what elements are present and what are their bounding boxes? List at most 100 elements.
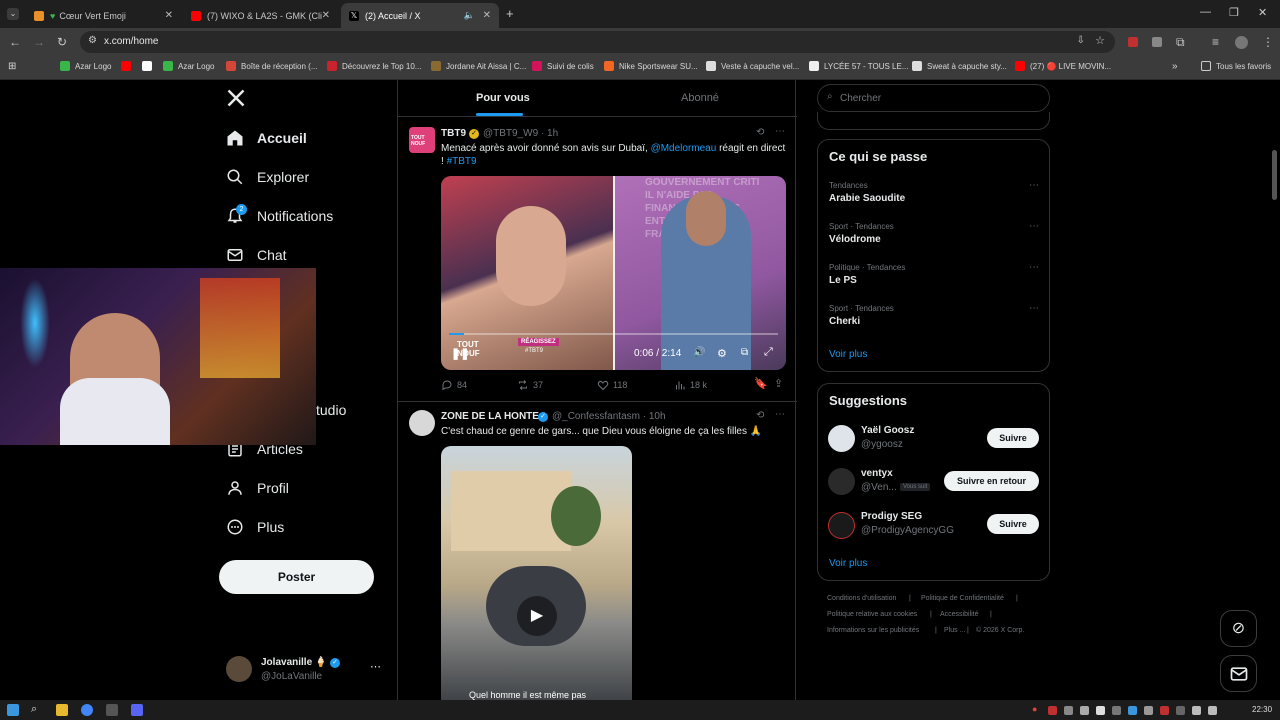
search-input[interactable]: ⌕ Chercher — [817, 84, 1050, 112]
settings-gear-icon[interactable]: ⚙ — [717, 347, 727, 360]
nav-studio-label[interactable]: tudio — [316, 402, 346, 418]
reload-icon[interactable]: ↻ — [57, 35, 67, 49]
bookmark-item[interactable]: (27) 🔴 LIVE MOVIN... — [1015, 61, 1111, 71]
volume-icon[interactable]: 🔊 — [693, 347, 705, 358]
avatar[interactable] — [828, 512, 855, 539]
avatar[interactable] — [828, 468, 855, 495]
apps-icon[interactable]: ⊞ — [8, 61, 16, 72]
fullscreen-icon[interactable]: ⤢ — [764, 346, 773, 359]
footer-link[interactable]: Politique de Confidentialité — [921, 595, 1004, 602]
new-tab-button[interactable]: + — [506, 6, 514, 21]
browser-tab-2[interactable]: (7) WIXO & LA2S - GMK (Clip o ✕ — [183, 3, 338, 28]
bookmark-item[interactable]: Suivi de colis — [532, 61, 594, 71]
tab-search-icon[interactable]: ⌄ — [7, 8, 19, 20]
bookmark-item[interactable]: LYCÉE 57 - TOUS LE... — [809, 61, 908, 71]
search-icon[interactable]: ⌕ — [31, 703, 37, 716]
follow-button[interactable]: Suivre — [987, 514, 1039, 534]
avatar[interactable] — [828, 425, 855, 452]
network-icon[interactable] — [1192, 706, 1201, 715]
file-explorer-icon[interactable] — [56, 704, 68, 716]
post-button[interactable]: Poster — [219, 560, 374, 594]
more-dots-icon[interactable]: ⋯ — [1029, 221, 1039, 232]
post[interactable]: TOUT NOUF TBT9 ✓ @TBT9_W9 · 1h ⟲ ⋯ Menac… — [398, 117, 797, 402]
more-dots-icon[interactable]: ⋯ — [1029, 262, 1039, 273]
tray-icon[interactable] — [1048, 706, 1057, 715]
bookmark-item[interactable]: Boîte de réception (... — [226, 61, 318, 71]
play-button-icon[interactable]: ▶ — [517, 596, 557, 636]
pip-icon[interactable]: ⧉ — [741, 347, 748, 358]
discord-icon[interactable] — [131, 704, 143, 716]
like-metric[interactable]: 118 — [597, 379, 627, 391]
suggestion-name[interactable]: Yaël Goosz — [861, 425, 914, 436]
all-bookmarks-folder[interactable]: Tous les favoris — [1201, 61, 1271, 71]
restore-icon[interactable]: ❐ — [1229, 6, 1239, 19]
tab-following[interactable]: Abonné — [681, 92, 719, 104]
url-text[interactable]: x.com/home — [104, 36, 158, 47]
bookmark-item[interactable]: Veste à capuche vel... — [706, 61, 799, 71]
more-dots-icon[interactable]: ⋯ — [775, 126, 785, 137]
follow-button[interactable]: Suivre — [987, 428, 1039, 448]
bluetooth-icon[interactable] — [1128, 706, 1137, 715]
speaker-icon[interactable]: 🔈 — [464, 10, 475, 21]
tray-icon[interactable] — [1112, 706, 1121, 715]
nav-home[interactable]: Accueil — [226, 129, 307, 147]
tray-icon[interactable] — [1096, 706, 1105, 715]
post[interactable]: ZONE DE LA HONTE ✓ @_Confessfantasm · 10… — [398, 402, 797, 700]
video-progress-track[interactable] — [449, 333, 778, 335]
chrome-icon[interactable] — [81, 704, 93, 716]
hashtag-link[interactable]: #TBT9 — [447, 156, 477, 167]
views-metric[interactable]: 18 k — [674, 379, 707, 391]
bookmark-item[interactable] — [121, 61, 136, 71]
footer-link[interactable]: Conditions d'utilisation — [827, 595, 896, 602]
nav-more[interactable]: Plus — [226, 518, 284, 536]
tray-icon[interactable] — [1080, 706, 1089, 715]
bookmark-item[interactable]: Azar Logo — [163, 61, 214, 71]
account-switcher[interactable]: Jolavanille 🍦 ✓ @JoLaVanille ⋯ — [226, 656, 386, 686]
grok-icon[interactable]: ⟲ — [756, 410, 764, 421]
clock[interactable]: 22:30 — [1252, 705, 1272, 714]
tray-icon[interactable] — [1176, 706, 1185, 715]
site-info-icon[interactable]: ⚙ — [88, 35, 97, 46]
profile-avatar-icon[interactable] — [1235, 36, 1248, 49]
browser-tab-1[interactable]: ♥ Cœur Vert Emoji ✕ — [26, 3, 181, 28]
suggestions-show-more[interactable]: Voir plus — [829, 558, 867, 569]
extensions-puzzle-icon[interactable]: ⧉ — [1176, 35, 1185, 50]
avatar[interactable]: TOUT NOUF — [409, 127, 435, 153]
repost-metric[interactable]: 37 — [517, 379, 543, 391]
back-icon[interactable]: ← — [9, 35, 21, 49]
post-author-name[interactable]: ZONE DE LA HONTE — [441, 411, 539, 422]
x-logo-icon[interactable] — [226, 88, 246, 113]
close-icon[interactable]: ✕ — [322, 10, 330, 21]
browser-tab-3[interactable]: 𝕏 (2) Accueil / X 🔈 ✕ — [341, 3, 499, 28]
page-scrollbar[interactable] — [1272, 150, 1277, 200]
tray-icon[interactable] — [1160, 706, 1169, 715]
extension-gray-icon[interactable] — [1152, 37, 1162, 47]
bookmark-item[interactable]: Découvrez le Top 10... — [327, 61, 421, 71]
suggestion-name[interactable]: Prodigy SEG — [861, 511, 922, 522]
nav-chat[interactable]: Chat — [226, 246, 287, 264]
tray-icon[interactable] — [1144, 706, 1153, 715]
footer-link[interactable]: Politique relative aux cookies — [827, 611, 917, 618]
more-dots-icon[interactable]: ⋯ — [1029, 303, 1039, 314]
video-thumbnail[interactable]: ▶ Quel homme il est même pas — [441, 446, 632, 700]
bookmark-icon[interactable]: 🔖 — [754, 377, 768, 390]
install-icon[interactable]: ⇩ — [1077, 35, 1085, 46]
reply-metric[interactable]: 84 — [441, 379, 467, 391]
bookmark-item[interactable]: Azar Logo — [60, 61, 111, 71]
minimize-icon[interactable]: — — [1200, 6, 1211, 18]
bookmark-item[interactable]: Nike Sportswear SU... — [604, 61, 698, 71]
follow-back-button[interactable]: Suivre en retour — [944, 471, 1039, 491]
address-bar[interactable]: ⚙ x.com/home ⇩ ☆ — [80, 31, 1115, 53]
nav-explore[interactable]: Explorer — [226, 168, 309, 186]
more-dots-icon[interactable]: ⋯ — [370, 660, 381, 673]
microphone-icon[interactable]: ● — [1032, 704, 1037, 714]
app-icon[interactable] — [106, 704, 118, 716]
trends-show-more[interactable]: Voir plus — [829, 349, 867, 360]
suggestion-name[interactable]: ventyx — [861, 468, 893, 479]
bookmark-item[interactable]: Jordane Ait Aissa | C... — [431, 61, 526, 71]
nav-notifications[interactable]: 2 Notifications — [226, 204, 333, 225]
more-dots-icon[interactable]: ⋯ — [1029, 180, 1039, 191]
bookmark-item[interactable]: Sweat à capuche sty... — [912, 61, 1007, 71]
bookmark-star-icon[interactable]: ☆ — [1095, 34, 1105, 47]
close-icon[interactable]: ✕ — [483, 10, 491, 21]
